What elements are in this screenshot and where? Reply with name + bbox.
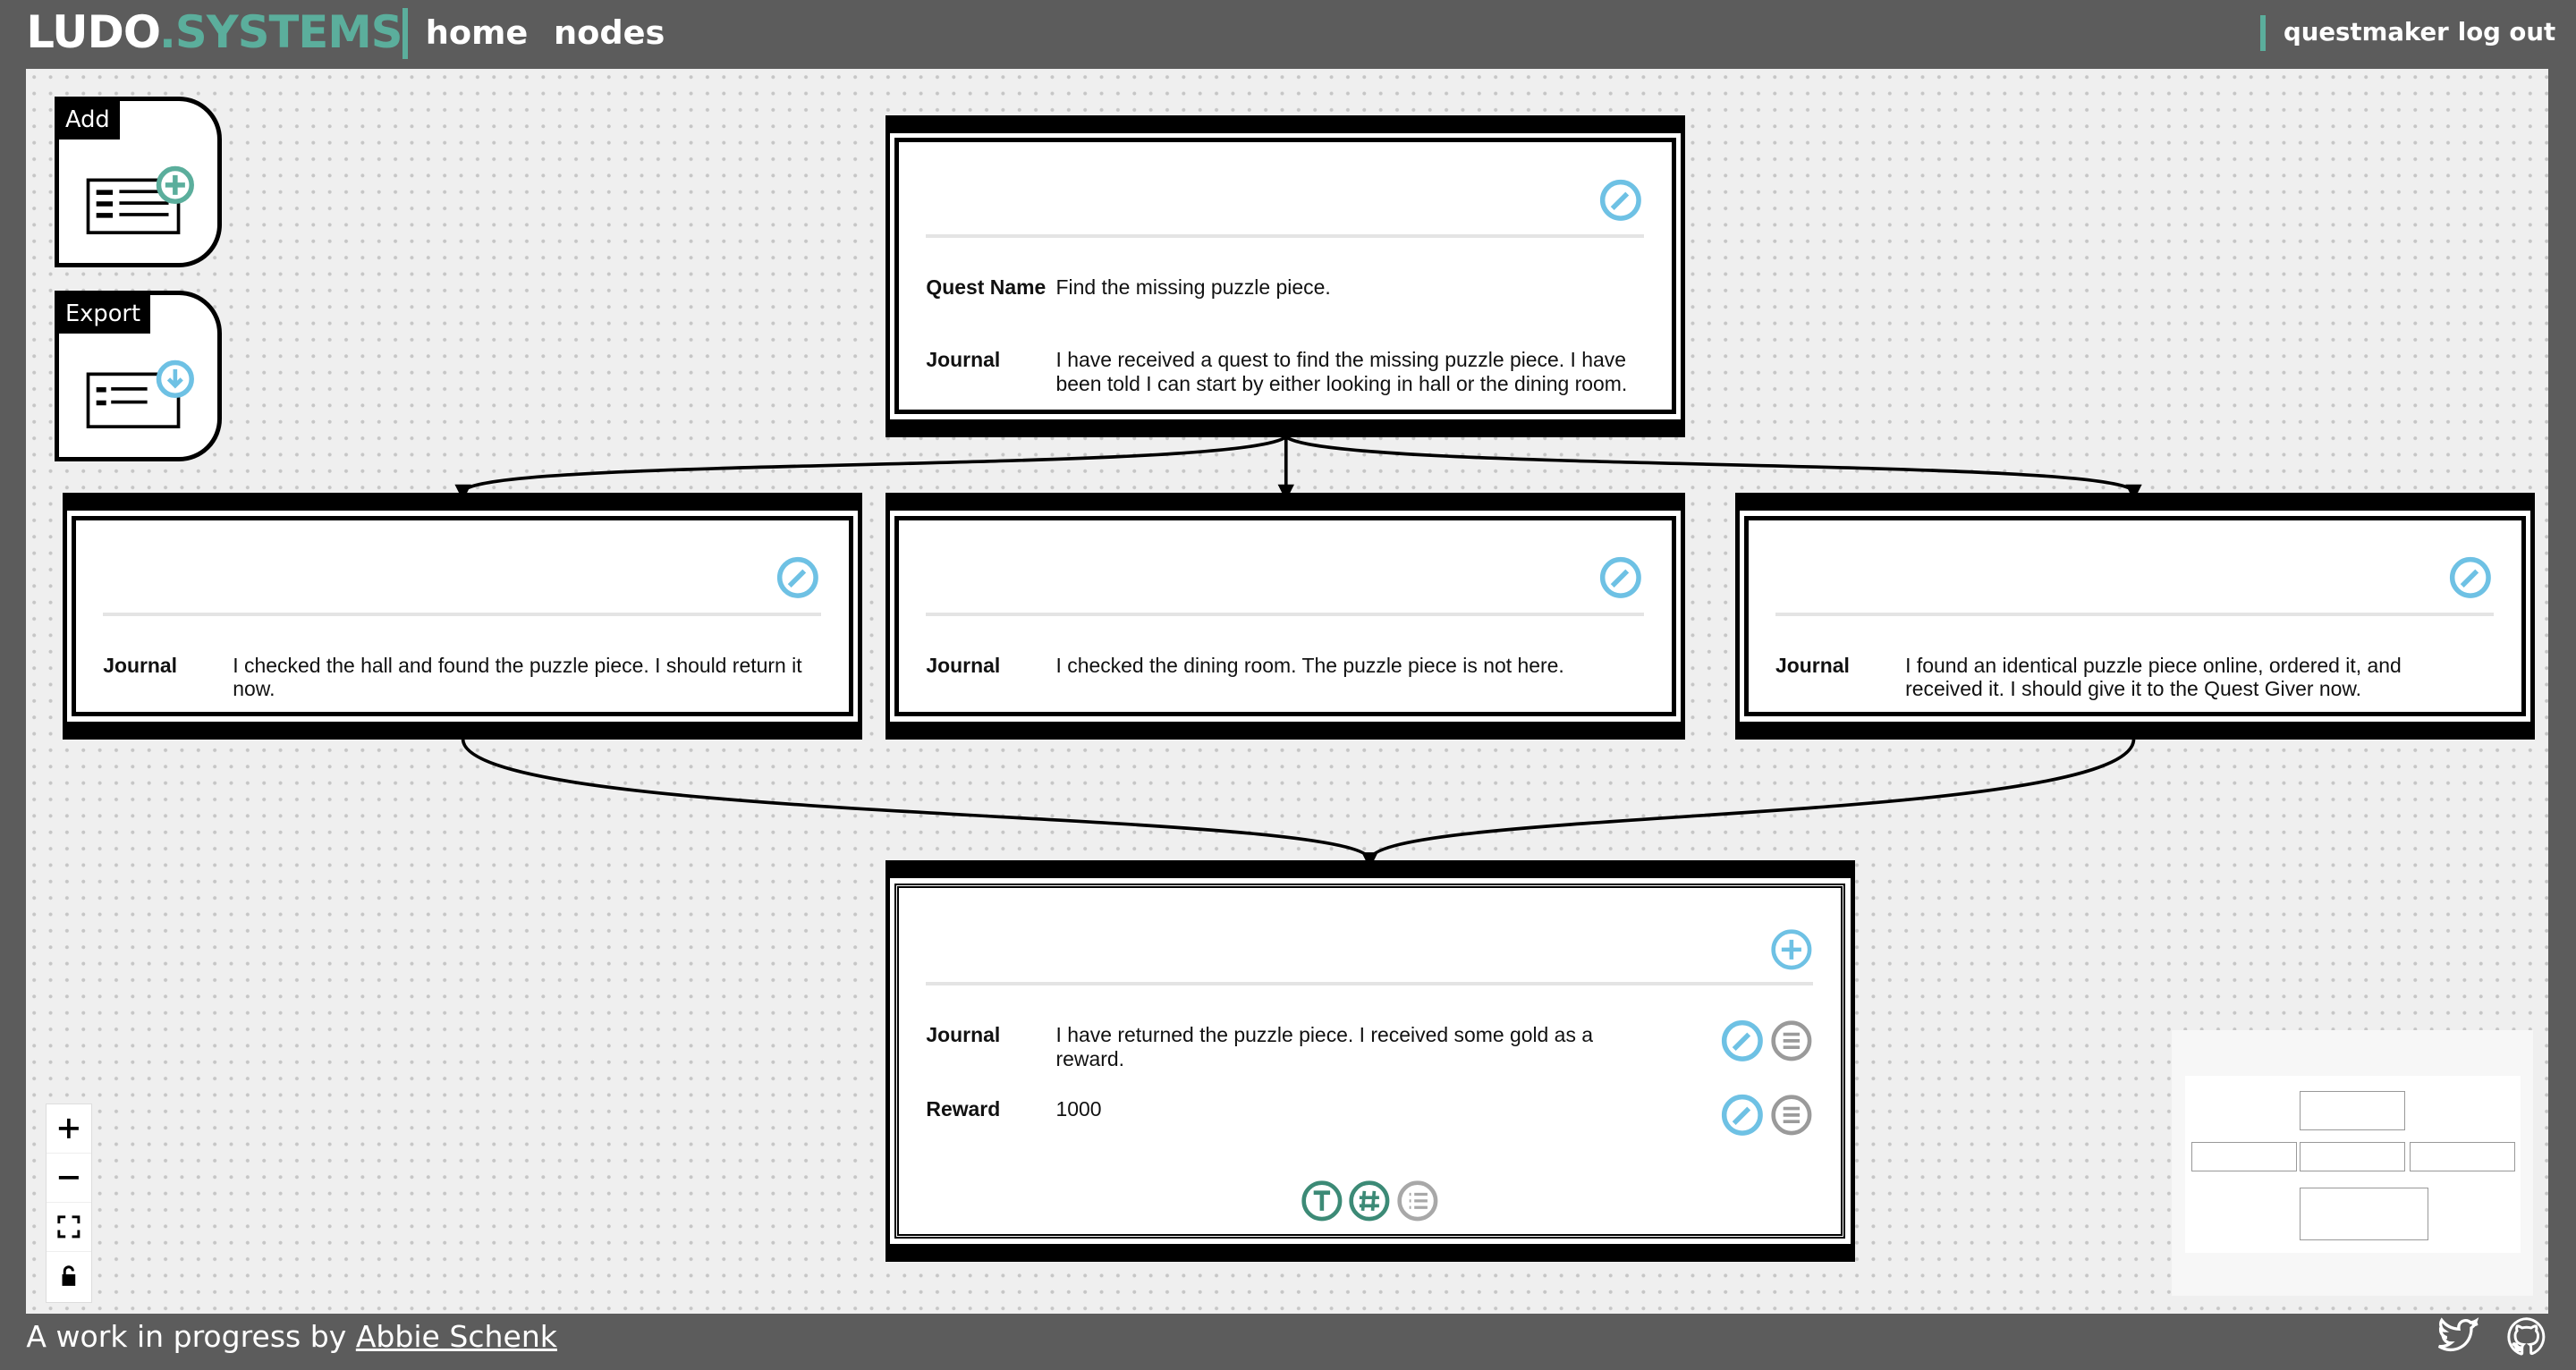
logo-ludo: LUDO — [26, 6, 160, 59]
quest-name-label: Quest Name — [926, 275, 1046, 300]
edge-root-online — [1285, 436, 2142, 502]
logo-dot: . — [159, 6, 176, 59]
fit-view-icon — [57, 1215, 80, 1239]
minimap-viewport — [2184, 1076, 2521, 1254]
node-divider — [926, 612, 1645, 616]
add-label: Add — [58, 101, 120, 140]
lock-icon — [62, 1265, 76, 1287]
journal-value: I have returned the puzzle piece. I rece… — [1055, 1023, 1594, 1070]
header-divider-right — [2260, 14, 2266, 51]
node-divider — [103, 612, 821, 616]
minimap-node — [2300, 1141, 2405, 1171]
fit-view-button[interactable] — [47, 1203, 91, 1252]
plus-icon — [59, 1118, 80, 1138]
journal-value: I checked the dining room. The puzzle pi… — [1055, 653, 1564, 677]
nav-home-link[interactable]: home — [426, 13, 529, 52]
export-label: Export — [58, 295, 151, 334]
zoom-out-button[interactable] — [47, 1154, 91, 1203]
twitter-icon[interactable] — [2435, 1317, 2480, 1357]
zoom-controls — [46, 1104, 92, 1303]
author-link[interactable]: Abbie Schenk — [356, 1319, 557, 1354]
edit-pencil-icon[interactable] — [1721, 1019, 1764, 1062]
node-final[interactable]: Journal I have returned the puzzle piece… — [885, 860, 1855, 1262]
footer-credit: A work in progress by Abbie Schenk — [26, 1319, 557, 1354]
journal-label: Journal — [103, 653, 178, 677]
logout-link[interactable]: log out — [2458, 18, 2555, 47]
journal-label: Journal — [926, 1023, 1001, 1047]
edit-pencil-icon[interactable] — [2449, 556, 2492, 599]
minimap[interactable] — [2172, 1029, 2534, 1297]
quest-name-value: Find the missing puzzle piece. — [1055, 275, 1331, 300]
edge-hall-final — [462, 739, 1372, 862]
logo-systems: SYSTEMS — [174, 6, 403, 59]
edit-pencil-icon[interactable] — [1599, 556, 1642, 599]
journal-label: Journal — [1775, 653, 1850, 677]
field-menu-icon[interactable] — [1770, 1094, 1813, 1137]
add-card-icon — [86, 165, 195, 235]
header-divider — [402, 8, 408, 60]
export-button[interactable]: Export — [54, 291, 222, 462]
node-divider — [1775, 612, 2494, 616]
user-link[interactable]: questmaker — [2284, 18, 2449, 47]
journal-value: I have received a quest to find the miss… — [1055, 348, 1628, 395]
minimap-node — [2300, 1187, 2428, 1240]
minimap-node — [2191, 1141, 2297, 1171]
edit-pencil-icon[interactable] — [1721, 1094, 1764, 1137]
add-node-button[interactable]: Add — [54, 97, 222, 268]
top-nav-bar: LUDO.SYSTEMS home nodes questmaker log o… — [0, 0, 2576, 69]
flow-canvas[interactable]: Add Export Quest Name Find the missing p… — [26, 69, 2548, 1315]
edge-online-final — [1361, 739, 2136, 869]
reward-label: Reward — [926, 1096, 1001, 1121]
node-online[interactable]: Journal I found an identical puzzle piec… — [1734, 493, 2536, 740]
minimap-node — [2300, 1090, 2405, 1130]
lock-button[interactable] — [47, 1253, 91, 1300]
journal-label: Journal — [926, 348, 1001, 372]
node-divider — [926, 982, 1814, 985]
node-dining[interactable]: Journal I checked the dining room. The p… — [885, 493, 1686, 740]
field-menu-icon[interactable] — [1770, 1019, 1813, 1062]
zoom-in-button[interactable] — [47, 1104, 91, 1154]
github-icon[interactable] — [2505, 1315, 2548, 1358]
node-root[interactable]: Quest Name Find the missing puzzle piece… — [885, 114, 1686, 437]
export-card-icon — [86, 359, 195, 428]
node-divider — [926, 234, 1645, 239]
minus-icon — [59, 1176, 80, 1180]
journal-value: I checked the hall and found the puzzle … — [233, 653, 802, 701]
nav-nodes-link[interactable]: nodes — [554, 13, 665, 52]
edit-pencil-icon[interactable] — [1599, 179, 1642, 222]
site-logo[interactable]: LUDO.SYSTEMS — [26, 6, 402, 58]
edit-pencil-icon[interactable] — [776, 556, 819, 599]
text-field-icon[interactable] — [1301, 1180, 1343, 1222]
list-field-icon[interactable] — [1396, 1180, 1439, 1222]
journal-label: Journal — [926, 653, 1001, 677]
number-field-icon[interactable] — [1348, 1180, 1391, 1222]
add-field-plus-icon[interactable] — [1770, 928, 1813, 971]
minimap-node — [2410, 1141, 2515, 1171]
journal-value: I found an identical puzzle piece online… — [1905, 653, 2402, 701]
node-dining-frame — [894, 515, 1676, 717]
reward-value: 1000 — [1055, 1096, 1102, 1121]
edge-root-hall — [454, 436, 1288, 502]
node-hall[interactable]: Journal I checked the hall and found the… — [62, 493, 863, 740]
footer-text: A work in progress by — [26, 1318, 347, 1354]
